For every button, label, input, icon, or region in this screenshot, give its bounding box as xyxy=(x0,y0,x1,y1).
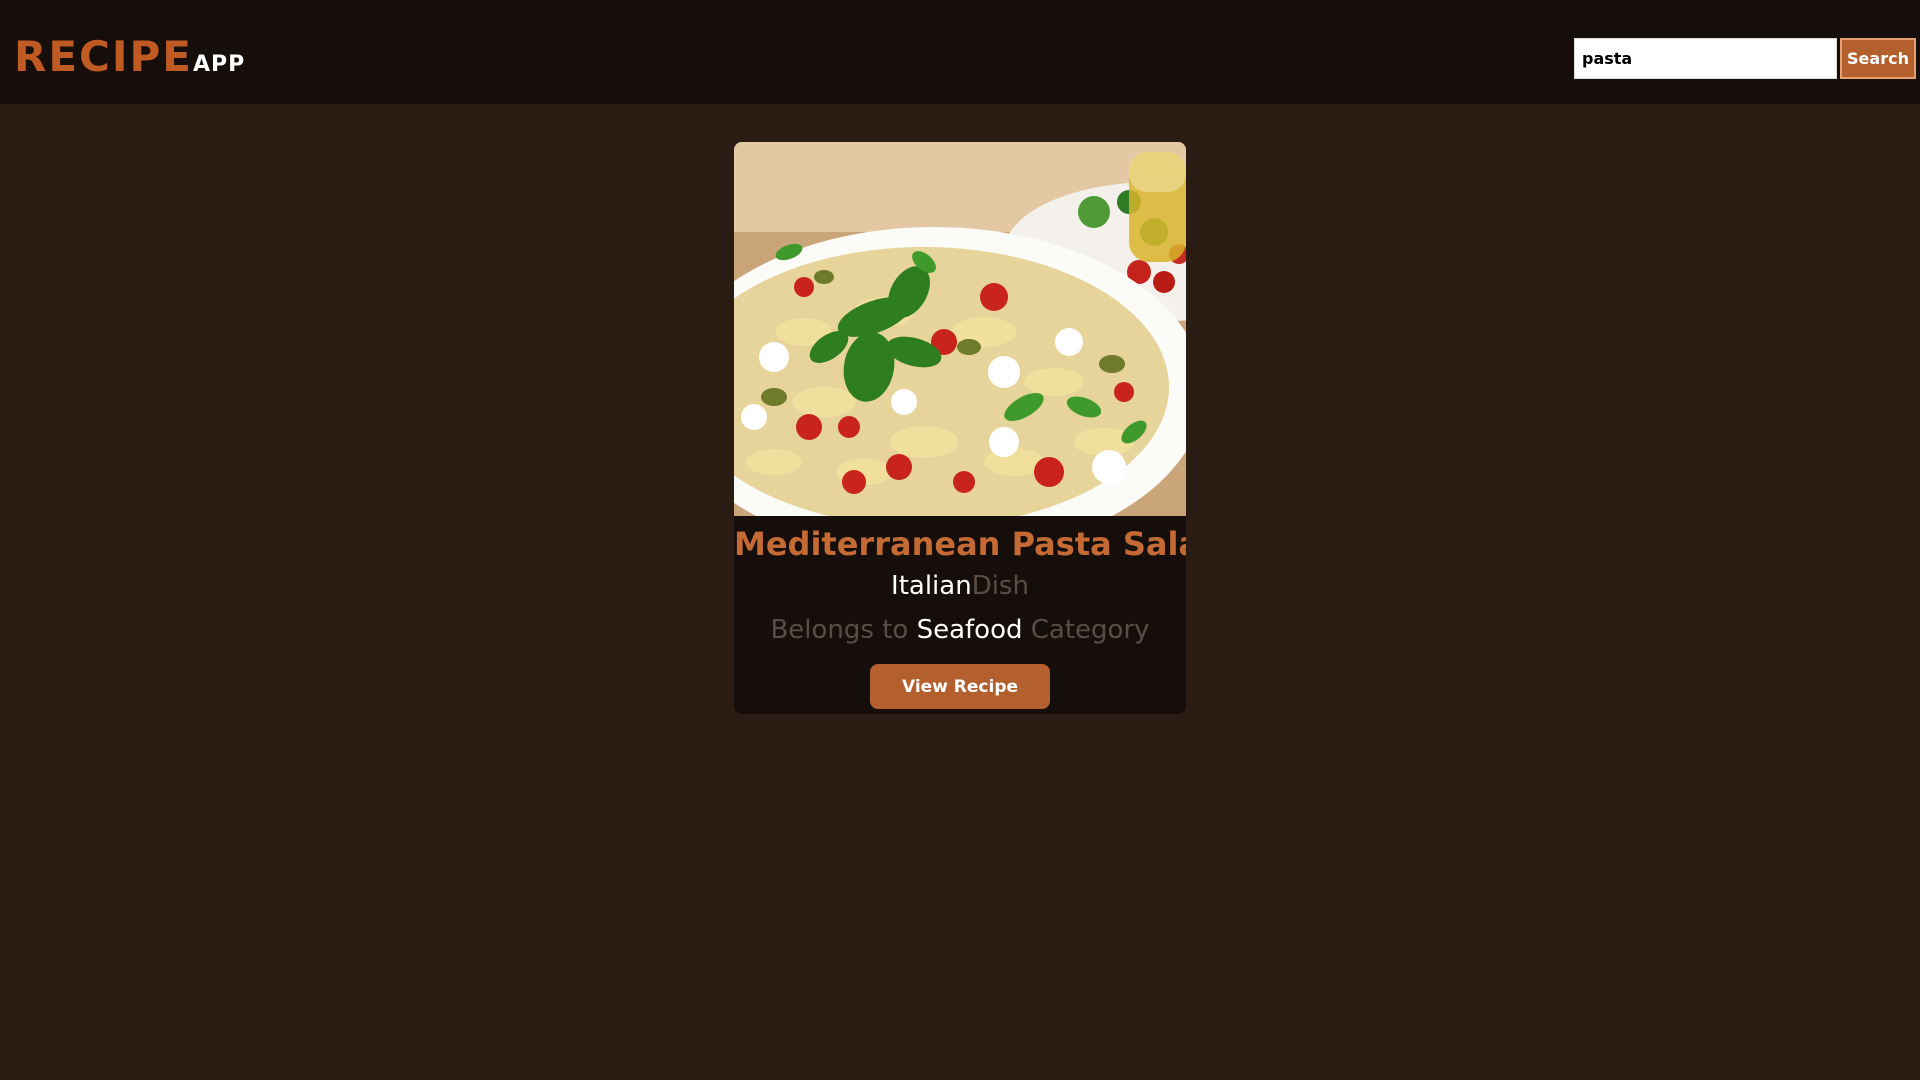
recipe-area-suffix: Dish xyxy=(971,571,1029,601)
recipe-category: Belongs to Seafood Category xyxy=(734,608,1186,652)
recipe-area: ItalianDish xyxy=(734,566,1186,606)
recipe-area-value: Italian xyxy=(891,571,972,601)
logo-text-recipe: RECIPE xyxy=(14,32,193,81)
search-button[interactable]: Search xyxy=(1840,38,1916,79)
app-logo[interactable]: RECIPEAPP xyxy=(14,32,245,82)
app-header: RECIPEAPP Search xyxy=(0,0,1920,104)
recipe-card: Mediterranean Pasta Salad ItalianDish Be… xyxy=(734,142,1186,714)
logo-text-app: APP xyxy=(192,52,246,77)
recipe-category-value: Seafood xyxy=(916,615,1023,645)
pasta-salad-photo xyxy=(734,142,1186,516)
recipe-category-suffix: Category xyxy=(1030,615,1150,645)
view-recipe-button[interactable]: View Recipe xyxy=(870,664,1050,709)
recipe-category-prefix: Belongs to xyxy=(770,615,909,645)
recipe-image xyxy=(734,142,1186,516)
search-input[interactable] xyxy=(1574,38,1837,79)
search-form: Search xyxy=(1574,38,1916,79)
recipe-title: Mediterranean Pasta Salad xyxy=(734,525,1186,563)
recipe-card-body: Mediterranean Pasta Salad ItalianDish Be… xyxy=(734,524,1186,709)
